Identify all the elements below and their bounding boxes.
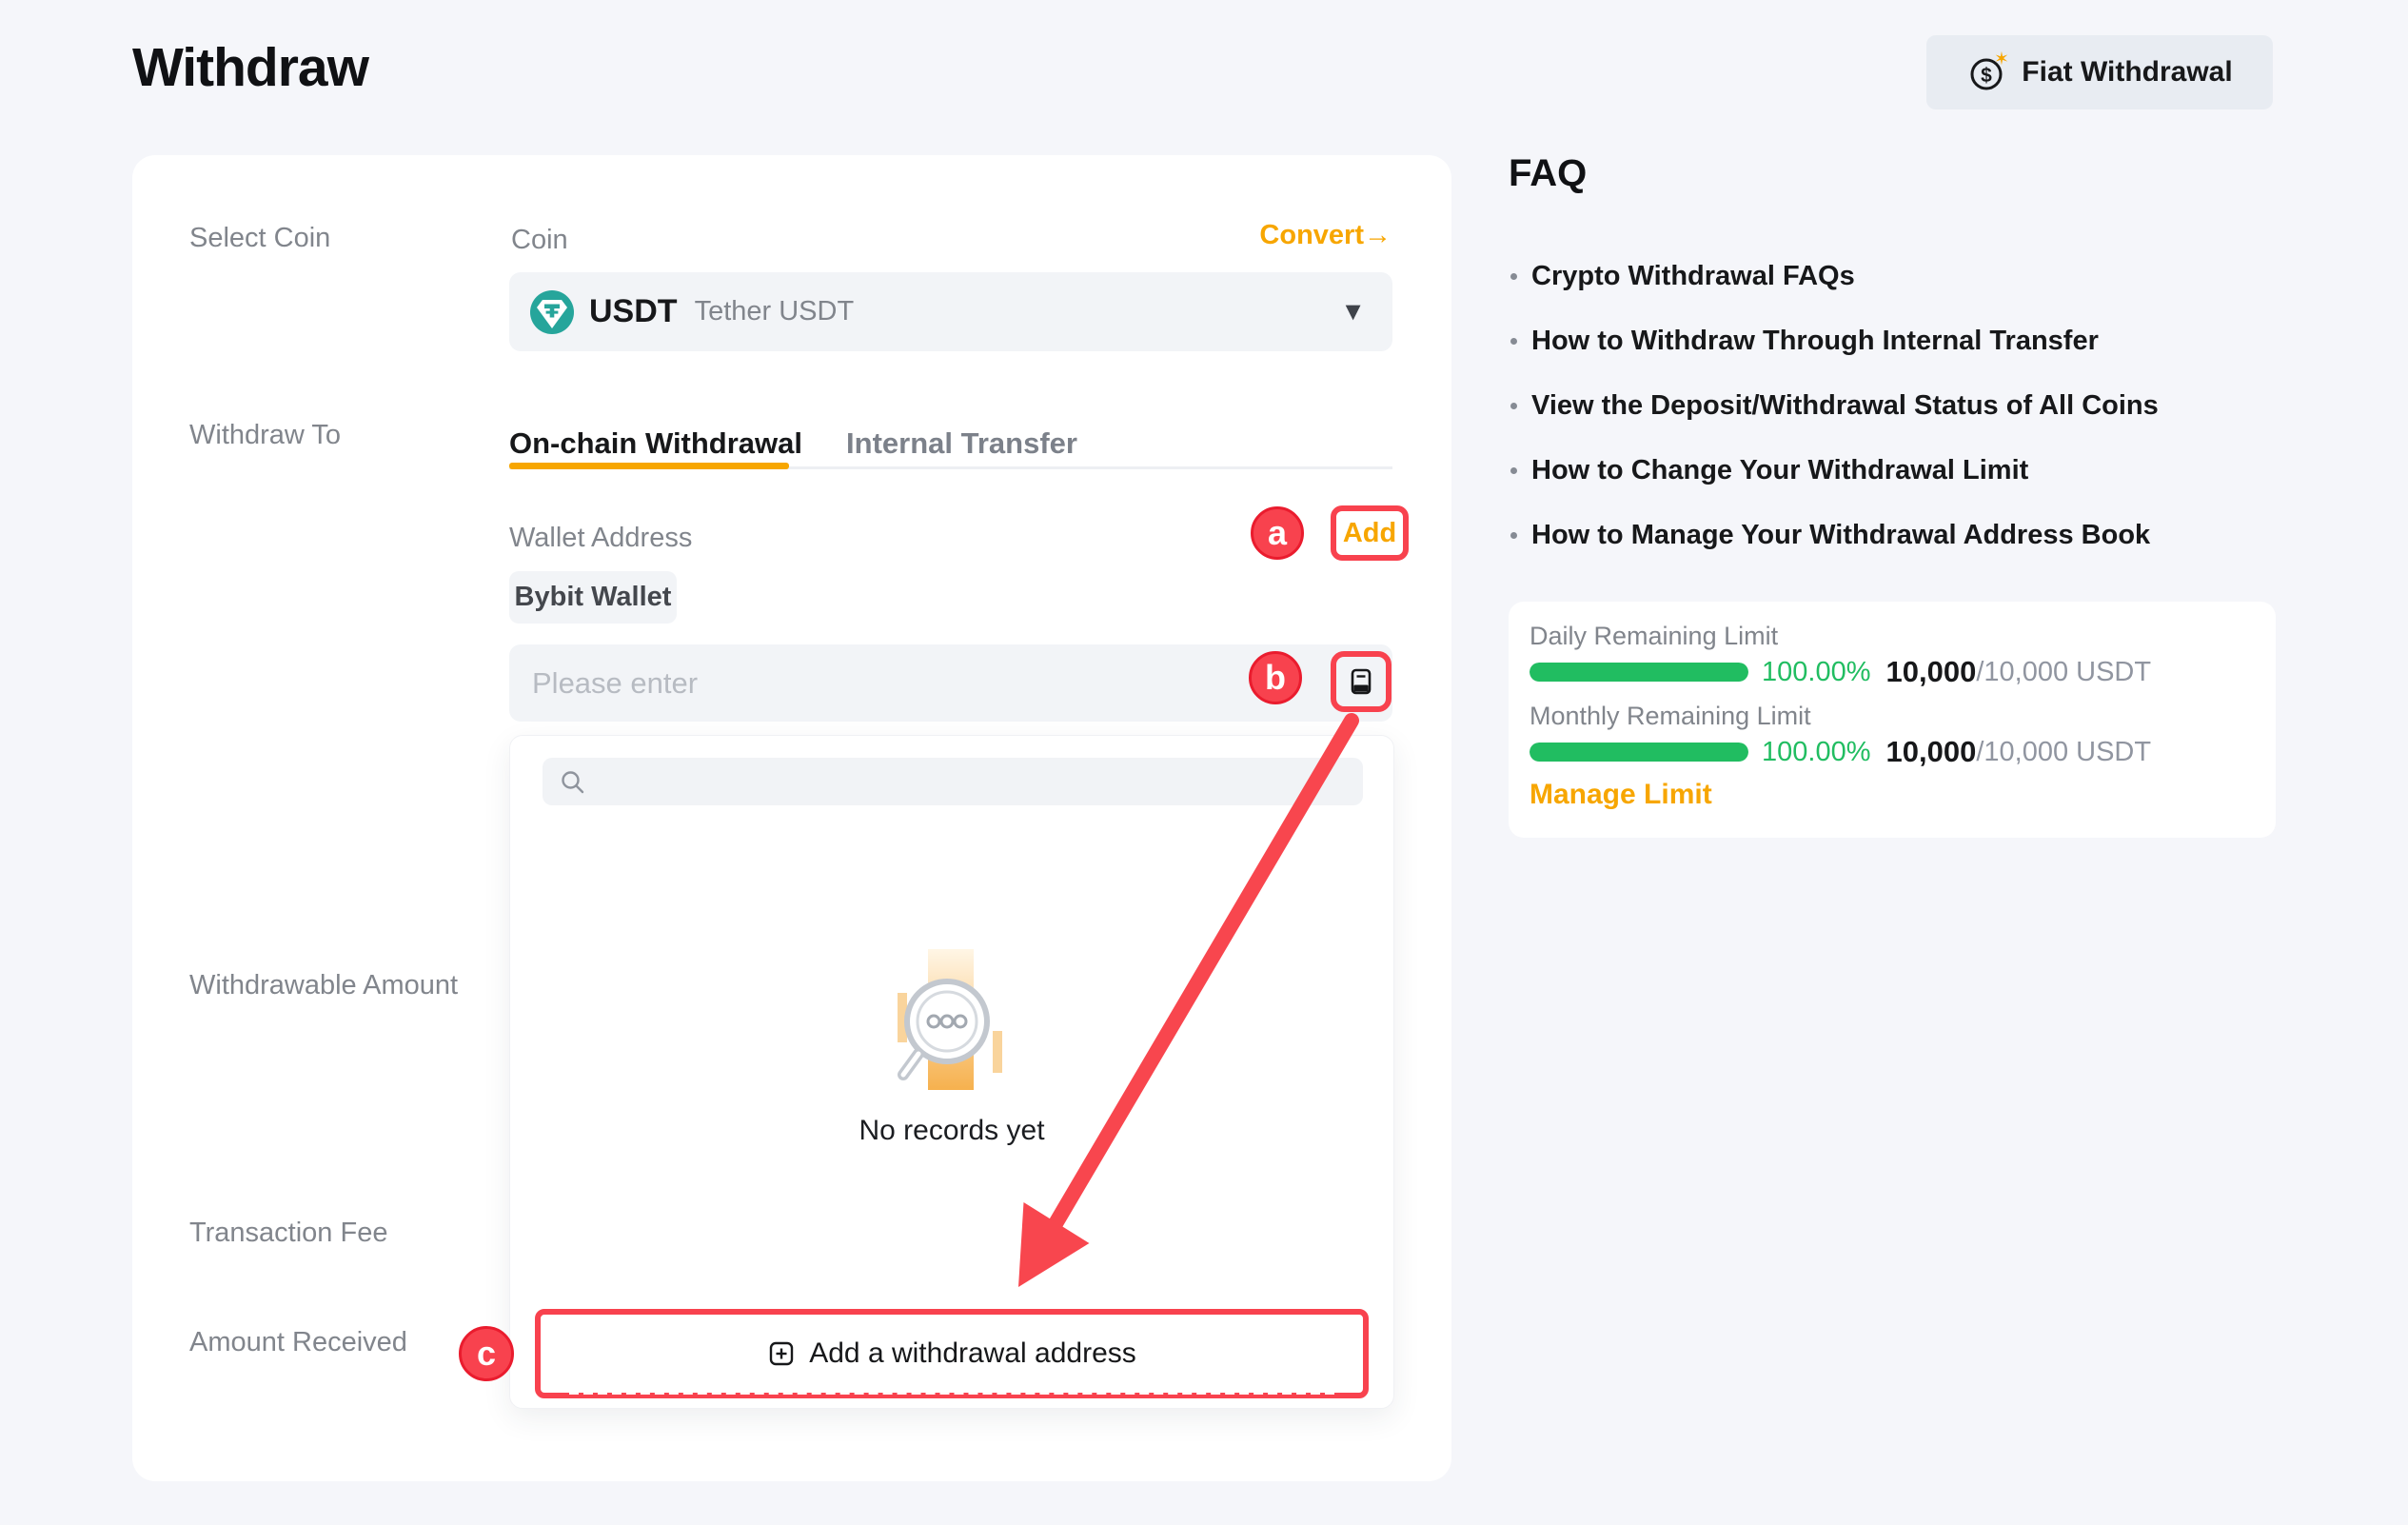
- annotation-badge-a: a: [1251, 506, 1304, 560]
- fiat-coin-icon: $ ✶: [1966, 50, 2008, 94]
- withdrawal-limits-card: Daily Remaining Limit 100.00% 10,000 /10…: [1509, 602, 2276, 838]
- dashed-separator: [569, 1390, 1334, 1395]
- annotation-badge-b: b: [1249, 651, 1302, 704]
- daily-limit-label: Daily Remaining Limit: [1530, 622, 1778, 651]
- plus-square-icon: [767, 1339, 796, 1368]
- monthly-limit-total: /10,000 USDT: [1976, 737, 2151, 768]
- no-records-illustration: [859, 947, 1040, 1099]
- convert-link[interactable]: Convert→: [1259, 220, 1392, 251]
- withdraw-tabs: On-chain Withdrawal Internal Transfer: [509, 425, 1077, 463]
- address-search-input[interactable]: [543, 758, 1363, 805]
- fiat-withdrawal-label: Fiat Withdrawal: [2022, 56, 2232, 89]
- faq-link-deposit-withdrawal-status[interactable]: View the Deposit/Withdrawal Status of Al…: [1509, 373, 2346, 438]
- no-records-text: No records yet: [510, 1115, 1393, 1147]
- faq-link-crypto-withdrawal-faqs[interactable]: Crypto Withdrawal FAQs: [1509, 244, 2346, 308]
- faq-link-change-withdrawal-limit[interactable]: How to Change Your Withdrawal Limit: [1509, 438, 2346, 503]
- withdraw-card: Select Coin Coin Convert→ USDT Tether US…: [132, 155, 1451, 1481]
- chevron-down-icon: ▼: [1340, 297, 1366, 327]
- monthly-limit-percent: 100.00%: [1762, 737, 1871, 768]
- monthly-limit-label: Monthly Remaining Limit: [1530, 702, 1811, 731]
- fiat-withdrawal-button[interactable]: $ ✶ Fiat Withdrawal: [1926, 35, 2273, 109]
- wallet-address-label: Wallet Address: [509, 521, 692, 555]
- address-book-button[interactable]: [1331, 651, 1392, 712]
- usdt-coin-icon: [530, 290, 574, 334]
- address-book-icon: [1345, 665, 1377, 698]
- monthly-limit-progressbar: [1530, 743, 1748, 762]
- tab-onchain-withdrawal[interactable]: On-chain Withdrawal: [509, 425, 802, 463]
- faq-title: FAQ: [1509, 152, 1587, 195]
- monthly-limit-value: 10,000: [1886, 735, 1977, 769]
- search-icon: [560, 769, 586, 796]
- coin-symbol: USDT: [589, 293, 678, 330]
- coin-name: Tether USDT: [695, 296, 855, 327]
- manage-limit-link[interactable]: Manage Limit: [1530, 779, 1712, 811]
- faq-link-manage-address-book[interactable]: How to Manage Your Withdrawal Address Bo…: [1509, 503, 2346, 567]
- tab-internal-transfer[interactable]: Internal Transfer: [846, 425, 1077, 463]
- annotation-badge-c: c: [459, 1326, 514, 1381]
- bybit-wallet-chip[interactable]: Bybit Wallet: [509, 571, 677, 624]
- daily-limit-progressbar: [1530, 663, 1748, 682]
- daily-limit-total: /10,000 USDT: [1976, 657, 2151, 688]
- active-tab-underline: [509, 463, 789, 469]
- svg-text:$: $: [1981, 65, 1992, 87]
- page-title: Withdraw: [132, 36, 368, 99]
- transaction-fee-label: Transaction Fee: [189, 1216, 387, 1250]
- withdraw-to-label: Withdraw To: [189, 418, 341, 452]
- address-dropdown-panel: No records yet Add a withdrawal address: [509, 735, 1394, 1409]
- convert-arrow-icon: →: [1364, 220, 1392, 250]
- add-withdrawal-address-button[interactable]: Add a withdrawal address: [535, 1309, 1369, 1398]
- withdraw-page: Withdraw $ ✶ Fiat Withdrawal Select Coin…: [0, 0, 2408, 1525]
- faq-link-internal-transfer[interactable]: How to Withdraw Through Internal Transfe…: [1509, 308, 2346, 373]
- daily-limit-percent: 100.00%: [1762, 657, 1871, 688]
- coin-select[interactable]: USDT Tether USDT ▼: [509, 272, 1392, 351]
- select-coin-label: Select Coin: [189, 221, 330, 255]
- daily-limit-value: 10,000: [1886, 655, 1977, 689]
- add-address-link[interactable]: Add: [1331, 505, 1409, 561]
- svg-text:✶: ✶: [1994, 50, 2008, 69]
- faq-list: Crypto Withdrawal FAQs How to Withdraw T…: [1509, 244, 2346, 567]
- amount-received-label: Amount Received: [189, 1325, 407, 1359]
- coin-label: Coin: [511, 223, 568, 257]
- withdrawable-amount-label: Withdrawable Amount: [189, 968, 458, 1002]
